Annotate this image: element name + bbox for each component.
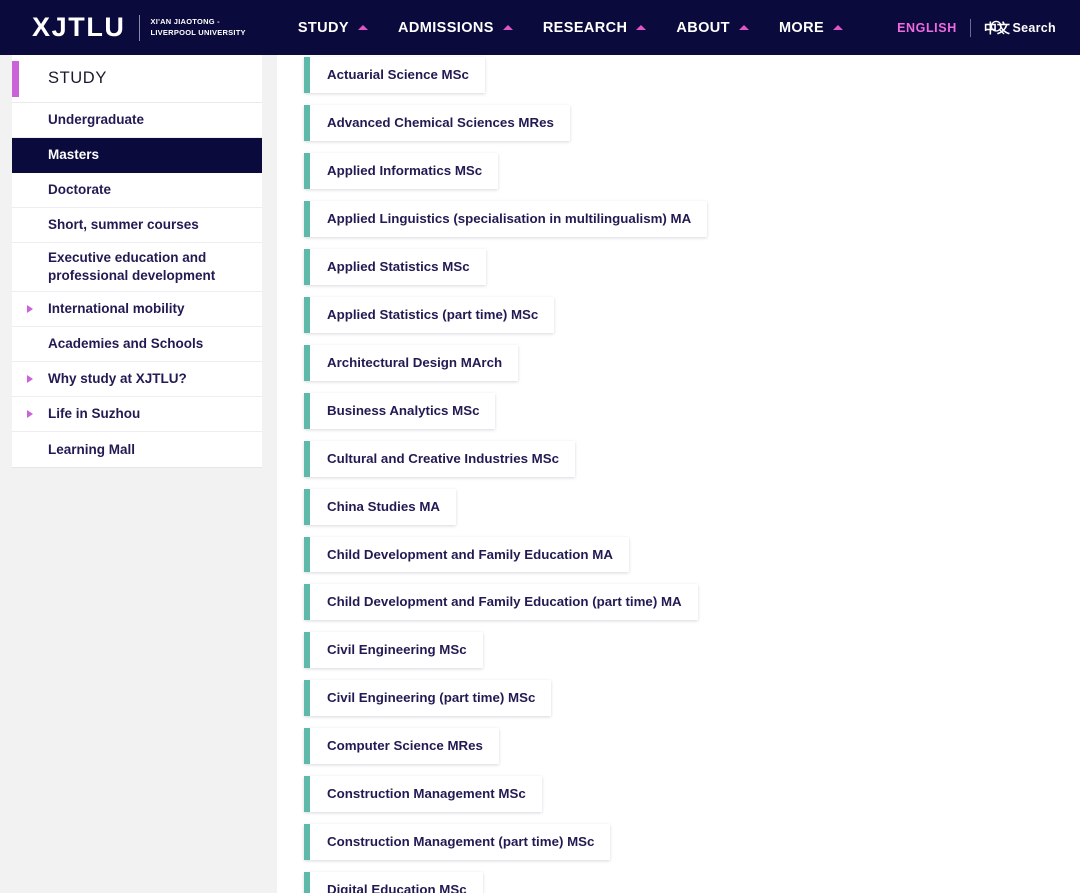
course-card[interactable]: Business Analytics MSc	[304, 392, 496, 429]
course-card-label: Child Development and Family Education (…	[327, 594, 682, 610]
search-button[interactable]: Search	[990, 20, 1057, 35]
nav-item-admissions[interactable]: ADMISSIONS	[398, 0, 513, 55]
sidebar-item-doctorate[interactable]: Doctorate	[12, 173, 262, 208]
course-card[interactable]: Construction Management MSc	[304, 776, 542, 813]
language-divider	[969, 18, 971, 37]
content-panel: Actuarial Science MSc Advanced Chemical …	[277, 55, 1080, 893]
sidebar-item-short-summer-courses[interactable]: Short, summer courses	[12, 208, 262, 243]
sidebar-item-life-in-suzhou[interactable]: Life in Suzhou	[12, 397, 262, 433]
course-card-label: Construction Management MSc	[327, 786, 526, 802]
course-card[interactable]: Digital Education MSc	[304, 872, 483, 893]
course-card[interactable]: Architectural Design MArch	[304, 344, 519, 381]
sidebar-item-learning-mall[interactable]: Learning Mall	[12, 432, 262, 468]
sidebar-item-undergraduate[interactable]: Undergraduate	[12, 103, 262, 138]
nav-item-research[interactable]: RESEARCH	[543, 0, 647, 55]
arrow-slot	[12, 305, 48, 314]
main-navigation: STUDY ADMISSIONS RESEARCH ABOUT MORE	[298, 0, 873, 55]
sidebar-item-why-study-at-xjtlu[interactable]: Why study at XJTLU?	[12, 362, 262, 398]
course-card[interactable]: Civil Engineering (part time) MSc	[304, 680, 552, 717]
sidebar-accent-bar	[12, 61, 19, 97]
course-card[interactable]: Civil Engineering MSc	[304, 632, 483, 669]
chevron-right-icon	[27, 410, 33, 419]
sidebar-item-academies-and-schools[interactable]: Academies and Schools	[12, 327, 262, 363]
logo-subtitle: XI'AN JIAOTONG - LIVERPOOL UNIVERSITY	[150, 17, 246, 37]
arrow-slot	[12, 375, 48, 384]
nav-item-label: ADMISSIONS	[397, 19, 494, 36]
nav-item-more[interactable]: MORE	[778, 0, 844, 55]
course-card[interactable]: Computer Science MRes	[304, 728, 499, 765]
sidebar-item-label: Why study at XJTLU?	[48, 371, 187, 387]
course-card-label: Cultural and Creative Industries MSc	[327, 450, 560, 466]
course-card[interactable]: Applied Statistics (part time) MSc	[304, 296, 555, 333]
sidebar-item-label: Learning Mall	[48, 441, 136, 457]
chevron-up-icon	[502, 25, 513, 30]
course-card-label: Business Analytics MSc	[327, 402, 480, 418]
sidebar-item-executive-education[interactable]: Executive education and professional dev…	[12, 243, 262, 293]
course-card-label: Applied Statistics (part time) MSc	[327, 306, 539, 322]
course-card-label: Civil Engineering (part time) MSc	[327, 690, 536, 706]
course-card-label: Child Development and Family Education M…	[327, 546, 613, 562]
nav-item-label: STUDY	[297, 19, 349, 36]
course-card-label: Construction Management (part time) MSc	[327, 834, 595, 850]
sidebar-item-label: Doctorate	[48, 181, 112, 197]
course-card[interactable]: Advanced Chemical Sciences MRes	[304, 104, 570, 141]
course-card-label: Architectural Design MArch	[327, 354, 503, 370]
nav-item-label: MORE	[778, 19, 825, 36]
sidebar-item-masters[interactable]: Masters	[12, 138, 262, 173]
search-icon	[990, 20, 1005, 35]
chevron-up-icon	[357, 25, 368, 30]
page-body: STUDY Undergraduate Masters Doctorate Sh…	[0, 55, 1080, 893]
course-card-label: Digital Education MSc	[327, 882, 467, 893]
course-card-label: Advanced Chemical Sciences MRes	[327, 114, 554, 130]
logo-wordmark: XJTLU	[32, 12, 126, 42]
sidebar-item-international-mobility[interactable]: International mobility	[12, 292, 262, 328]
course-card[interactable]: Applied Informatics MSc	[304, 152, 499, 189]
sidebar-item-label: Masters	[48, 146, 100, 162]
sidebar-item-label: Life in Suzhou	[48, 406, 141, 422]
course-card-label: China Studies MA	[327, 498, 441, 514]
course-card-label: Civil Engineering MSc	[327, 642, 467, 658]
sidebar: STUDY Undergraduate Masters Doctorate Sh…	[12, 55, 262, 469]
search-label: Search	[1012, 20, 1056, 35]
chevron-right-icon	[27, 305, 33, 314]
course-card[interactable]: China Studies MA	[304, 488, 457, 525]
course-list: Actuarial Science MSc Advanced Chemical …	[277, 56, 1080, 893]
sidebar-item-label: Undergraduate	[48, 111, 145, 127]
course-card[interactable]: Applied Linguistics (specialisation in m…	[304, 200, 708, 237]
course-card-label: Applied Informatics MSc	[327, 162, 483, 178]
site-header: XJTLU XI'AN JIAOTONG - LIVERPOOL UNIVERS…	[0, 0, 1080, 55]
course-card[interactable]: Actuarial Science MSc	[304, 57, 485, 93]
chevron-up-icon	[636, 25, 647, 30]
course-card-label: Computer Science MRes	[327, 738, 483, 754]
course-card[interactable]: Construction Management (part time) MSc	[304, 824, 611, 861]
nav-item-study[interactable]: STUDY	[298, 0, 368, 55]
course-card[interactable]: Cultural and Creative Industries MSc	[304, 440, 576, 477]
language-option-english[interactable]: ENGLISH	[897, 21, 957, 35]
nav-item-label: RESEARCH	[542, 19, 628, 36]
course-card[interactable]: Applied Statistics MSc	[304, 248, 486, 285]
sidebar-heading: STUDY	[12, 55, 262, 103]
sidebar-item-label: International mobility	[48, 301, 185, 317]
nav-item-label: ABOUT	[676, 19, 730, 36]
logo-divider	[138, 14, 140, 41]
chevron-up-icon	[738, 25, 749, 30]
sidebar-item-label: Executive education and professional dev…	[48, 250, 216, 284]
sidebar-heading-label: STUDY	[48, 69, 107, 87]
arrow-slot	[12, 410, 48, 419]
sidebar-item-label: Short, summer courses	[48, 216, 199, 232]
course-card[interactable]: Child Development and Family Education (…	[304, 584, 698, 621]
course-card[interactable]: Child Development and Family Education M…	[304, 536, 629, 573]
course-card-label: Applied Linguistics (specialisation in m…	[327, 210, 692, 226]
nav-item-about[interactable]: ABOUT	[676, 0, 749, 55]
sidebar-item-label: Academies and Schools	[48, 336, 204, 352]
site-logo[interactable]: XJTLU XI'AN JIAOTONG - LIVERPOOL UNIVERS…	[32, 0, 246, 55]
chevron-up-icon	[833, 25, 844, 30]
course-card-label: Applied Statistics MSc	[327, 258, 470, 274]
chevron-right-icon	[27, 375, 33, 384]
course-card-label: Actuarial Science MSc	[327, 67, 469, 82]
